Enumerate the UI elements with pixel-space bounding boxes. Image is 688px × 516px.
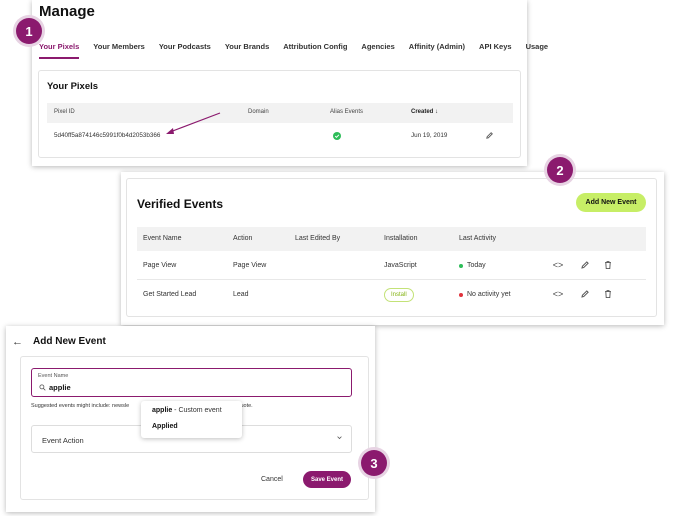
install-button[interactable]: Install — [384, 288, 414, 302]
add-new-event-panel: ← Add New Event Event Name applie Sugges… — [6, 326, 375, 512]
event-action-label: Event Action — [42, 436, 84, 445]
col-last-edited-by: Last Edited By — [295, 235, 341, 242]
event-action: Lead — [233, 291, 249, 298]
created-value: Jun 19, 2019 — [411, 132, 448, 139]
suggestion-suffix: - Custom event — [172, 407, 222, 414]
event-last-activity: Today — [467, 262, 486, 269]
col-event-name: Event Name — [143, 235, 182, 242]
events-table-header: Event Name Action Last Edited By Install… — [137, 227, 646, 251]
tab-api-keys[interactable]: API Keys — [479, 42, 512, 59]
page-title: Manage — [39, 3, 95, 20]
add-new-event-button[interactable]: Add New Event — [576, 193, 646, 212]
table-row: Page View Page View JavaScript Today <> — [137, 251, 646, 280]
col-domain: Domain — [248, 109, 269, 115]
chevron-down-icon — [337, 436, 342, 440]
status-dot-active — [459, 264, 463, 268]
add-new-event-title: Add New Event — [33, 336, 106, 347]
tab-your-brands[interactable]: Your Brands — [225, 42, 269, 59]
suggestion-name: applie — [152, 407, 173, 414]
tab-your-pixels[interactable]: Your Pixels — [39, 42, 80, 59]
arrow-left-icon[interactable]: ← — [12, 336, 23, 348]
manage-panel: Manage Your Pixels Your Members Your Pod… — [32, 0, 548, 166]
verified-events-title: Verified Events — [137, 197, 224, 211]
suggestion-custom-event[interactable]: applie - Custom event — [152, 407, 222, 414]
tab-affinity-admin[interactable]: Affinity (Admin) — [409, 42, 465, 59]
event-suggestions-dropdown: applie - Custom event Applied — [141, 401, 242, 438]
suggested-events-hint: Suggested events might include: newsle — [31, 403, 130, 409]
event-name-field[interactable]: Event Name applie — [31, 368, 352, 397]
col-created[interactable]: Created ↓ — [411, 109, 438, 115]
pencil-icon[interactable] — [580, 260, 590, 270]
col-last-activity: Last Activity — [459, 235, 496, 242]
save-event-button[interactable]: Save Event — [303, 471, 351, 488]
pencil-icon[interactable] — [580, 289, 590, 299]
col-installation: Installation — [384, 235, 418, 242]
pixels-card-title: Your Pixels — [47, 81, 99, 92]
code-icon[interactable]: <> — [553, 260, 564, 270]
event-name: Page View — [143, 262, 177, 269]
status-dot-inactive — [459, 293, 463, 297]
table-row: Get Started Lead Lead Install No activit… — [137, 280, 646, 309]
search-icon — [39, 384, 46, 391]
manage-tabs: Your Pixels Your Members Your Podcasts Y… — [39, 42, 562, 59]
suggestion-applied[interactable]: Applied — [152, 423, 178, 430]
annotation-arrow — [166, 112, 221, 134]
trash-icon[interactable] — [603, 289, 613, 299]
check-circle-icon — [333, 132, 341, 140]
tab-attribution-config[interactable]: Attribution Config — [283, 42, 347, 59]
pixels-card: Your Pixels Pixel ID Domain Alias Events… — [38, 70, 521, 158]
step-badge-3: 3 — [361, 450, 387, 476]
table-row: 5d40ff5a874146c5991f0b4d2053b366 Jun 19,… — [47, 124, 513, 148]
col-pixel-id: Pixel ID — [54, 109, 75, 115]
tab-usage[interactable]: Usage — [526, 42, 549, 59]
step-badge-1: 1 — [16, 18, 42, 44]
add-event-form: Event Name applie Suggested events might… — [20, 356, 369, 500]
event-action: Page View — [233, 262, 267, 269]
tab-your-members[interactable]: Your Members — [93, 42, 145, 59]
code-icon[interactable]: <> — [553, 289, 564, 299]
cancel-button[interactable]: Cancel — [261, 476, 283, 483]
tab-agencies[interactable]: Agencies — [361, 42, 394, 59]
event-name-label: Event Name — [38, 373, 69, 379]
pixels-table-header: Pixel ID Domain Alias Events Created ↓ — [47, 103, 513, 123]
event-name-value: applie — [49, 383, 71, 392]
pixel-id-value: 5d40ff5a874146c5991f0b4d2053b366 — [54, 132, 161, 139]
col-alias-events: Alias Events — [330, 109, 364, 115]
verified-events-panel: Verified Events Add New Event Event Name… — [121, 172, 664, 325]
event-name: Get Started Lead — [143, 291, 197, 298]
trash-icon[interactable] — [603, 260, 613, 270]
tab-your-podcasts[interactable]: Your Podcasts — [159, 42, 211, 59]
col-action: Action — [233, 235, 253, 242]
step-badge-2: 2 — [547, 157, 573, 183]
event-last-activity: No activity yet — [467, 291, 511, 298]
event-installation: JavaScript — [384, 262, 417, 269]
verified-events-card: Verified Events Add New Event Event Name… — [126, 178, 657, 317]
pencil-icon[interactable] — [485, 131, 494, 140]
